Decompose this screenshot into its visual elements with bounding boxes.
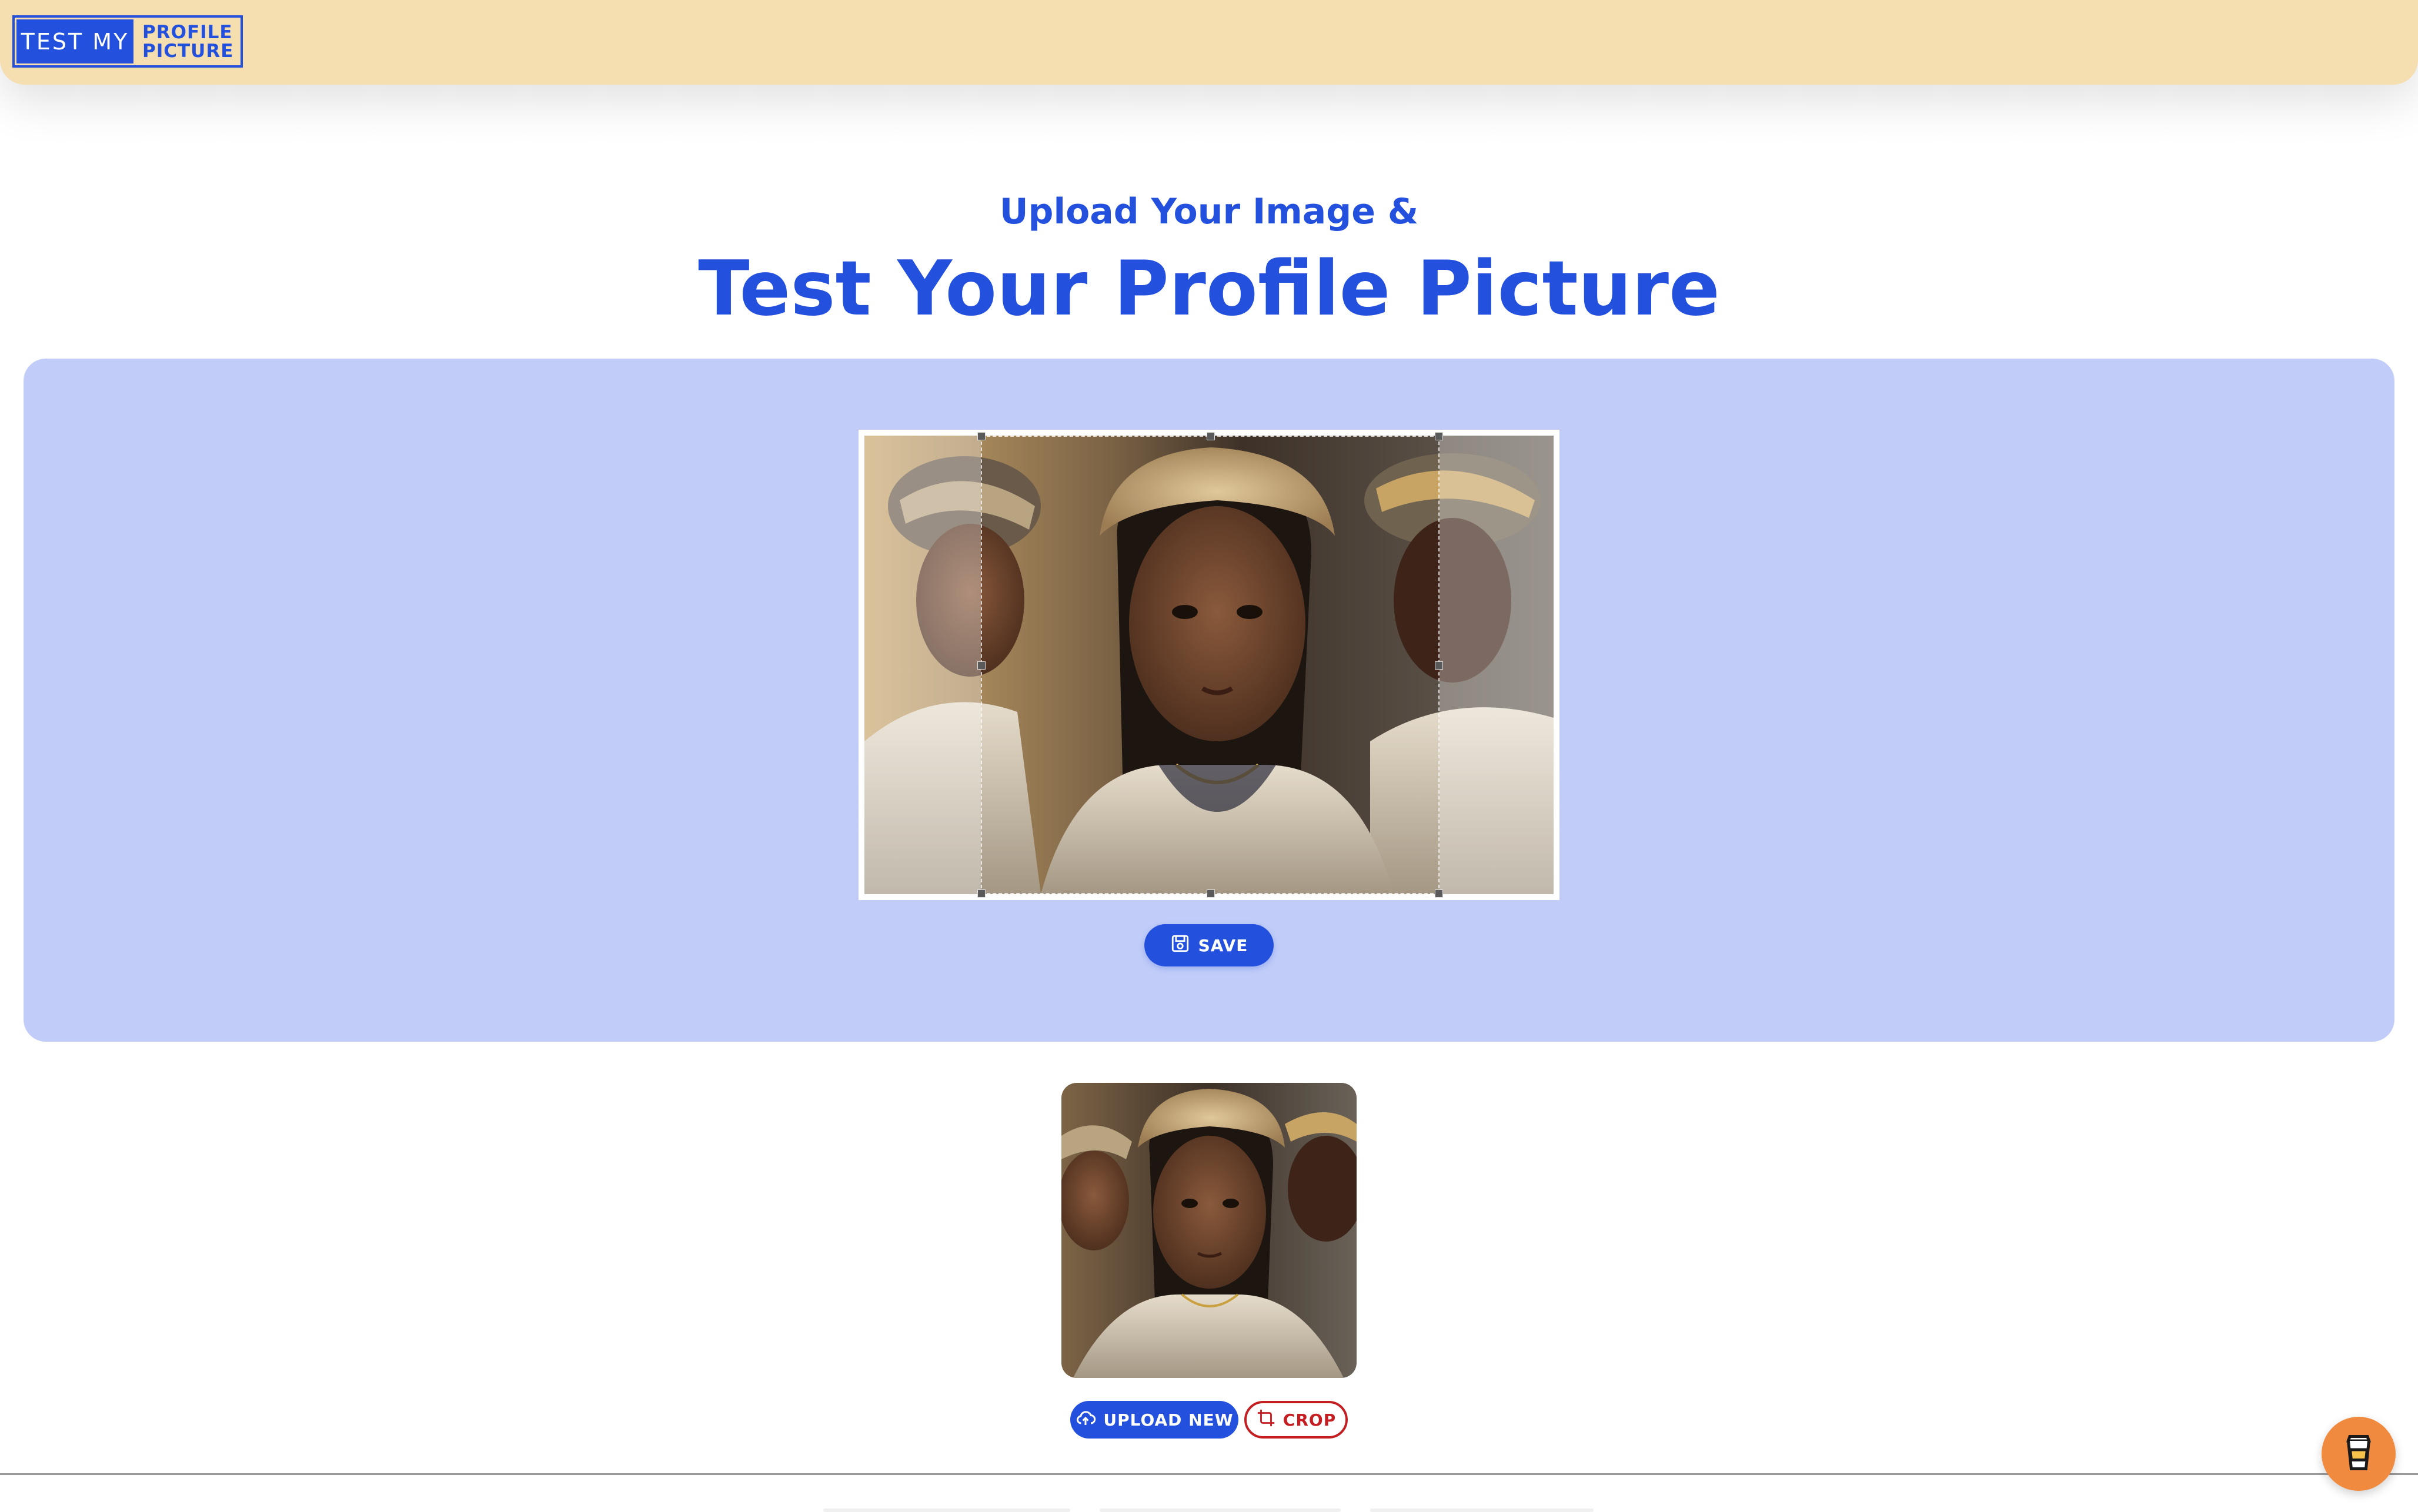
crop-handle-top-left[interactable] [977,432,986,440]
logo-text-profile-picture: PROFILE PICTURE [135,18,241,65]
footer-link-placeholder [823,1508,1070,1512]
cloud-upload-icon [1075,1407,1096,1433]
footer-link-placeholder [1370,1508,1594,1512]
floppy-disk-icon [1170,934,1190,958]
section-divider [0,1473,2418,1475]
crop-overlay-left [864,436,981,894]
crop-handle-bottom-left[interactable] [977,889,986,898]
crop-handle-middle-left[interactable] [977,661,986,670]
crop-handle-bottom-right[interactable] [1435,889,1443,898]
logo-line-profile: PROFILE [142,21,233,43]
footer-link-placeholder [1100,1508,1341,1512]
preview-photo [1061,1083,1357,1378]
crop-icon [1256,1408,1276,1432]
coffee-cup-icon [2341,1432,2376,1476]
site-logo[interactable]: TEST MY PROFILE PICTURE [12,15,243,68]
page-subtitle: Upload Your Image & [999,191,1419,232]
logo-line-picture: PICTURE [142,40,234,62]
crop-button-label: CROP [1283,1410,1337,1430]
crop-handle-bottom-center[interactable] [1207,889,1215,898]
crop-overlay-right [1440,436,1554,894]
crop-button[interactable]: CROP [1244,1401,1348,1439]
crop-editor [859,430,1559,900]
logo-text-test-my: TEST MY [15,18,135,65]
save-button-label: SAVE [1198,935,1248,955]
buy-me-a-coffee-button[interactable] [2322,1417,2396,1491]
profile-picture-preview [1061,1083,1357,1378]
crop-handle-top-center[interactable] [1207,432,1215,440]
crop-handle-middle-right[interactable] [1435,661,1443,670]
page-title: Test Your Profile Picture [698,245,1720,333]
crop-handle-top-right[interactable] [1435,432,1443,440]
upload-new-button[interactable]: UPLOAD NEW [1070,1401,1238,1439]
crop-selection-box[interactable] [977,432,1443,898]
save-button[interactable]: SAVE [1144,924,1274,966]
site-header: TEST MY PROFILE PICTURE [0,0,2418,85]
upload-new-label: UPLOAD NEW [1103,1410,1234,1430]
